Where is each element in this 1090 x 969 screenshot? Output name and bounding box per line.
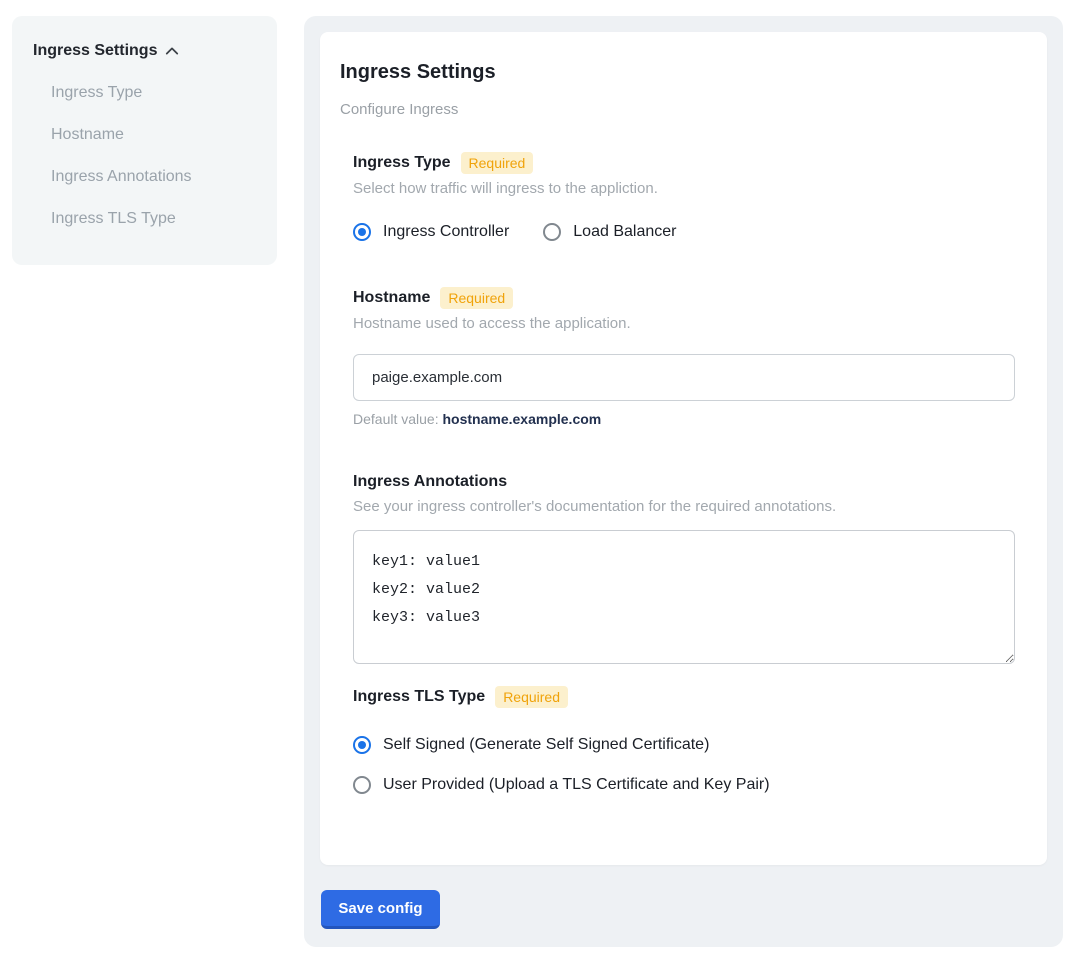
section-ingress-tls-type: Ingress TLS Type Required Self Signed (G…: [353, 686, 1015, 794]
hostname-default-value: hostname.example.com: [443, 411, 602, 427]
radio-unselected-icon[interactable]: [353, 776, 371, 794]
hostname-default-label: Default value:: [353, 411, 439, 427]
required-badge: Required: [461, 152, 534, 174]
sidebar-item-ingress-type[interactable]: Ingress Type: [51, 84, 257, 102]
ingress-annotations-label: Ingress Annotations: [353, 472, 507, 492]
radio-self-signed-label: Self Signed (Generate Self Signed Certif…: [383, 736, 709, 754]
ingress-type-label: Ingress Type: [353, 153, 451, 173]
ingress-tls-radio-group: Self Signed (Generate Self Signed Certif…: [353, 736, 1015, 794]
required-badge: Required: [440, 287, 513, 309]
radio-ingress-controller-label: Ingress Controller: [383, 223, 509, 241]
ingress-settings-card: Ingress Settings Configure Ingress Ingre…: [320, 32, 1047, 865]
save-config-button[interactable]: Save config: [321, 890, 440, 929]
radio-selected-icon[interactable]: [353, 223, 371, 241]
section-ingress-type: Ingress Type Required Select how traffic…: [353, 152, 1015, 241]
ingress-type-description: Select how traffic will ingress to the a…: [353, 180, 1015, 197]
ingress-type-radio-group: Ingress Controller Load Balancer: [353, 223, 1015, 241]
radio-self-signed[interactable]: Self Signed (Generate Self Signed Certif…: [353, 736, 1015, 754]
hostname-default-line: Default value: hostname.example.com: [353, 411, 1015, 427]
radio-user-provided-label: User Provided (Upload a TLS Certificate …: [383, 776, 770, 794]
section-hostname: Hostname Required Hostname used to acces…: [353, 287, 1015, 427]
radio-selected-icon[interactable]: [353, 736, 371, 754]
ingress-tls-type-label: Ingress TLS Type: [353, 687, 485, 707]
radio-ingress-controller[interactable]: Ingress Controller: [353, 223, 509, 241]
hostname-label: Hostname: [353, 288, 430, 308]
page-subtitle: Configure Ingress: [340, 101, 1015, 118]
ingress-settings-panel: Ingress Settings Configure Ingress Ingre…: [304, 16, 1063, 947]
sidebar-title: Ingress Settings: [33, 42, 157, 60]
page-title: Ingress Settings: [340, 60, 1015, 84]
section-ingress-annotations: Ingress Annotations See your ingress con…: [353, 472, 1015, 664]
sidebar-item-hostname[interactable]: Hostname: [51, 126, 257, 144]
radio-user-provided[interactable]: User Provided (Upload a TLS Certificate …: [353, 776, 1015, 794]
ingress-annotations-description: See your ingress controller's documentat…: [353, 498, 1015, 515]
chevron-up-icon[interactable]: [165, 44, 179, 58]
radio-load-balancer[interactable]: Load Balancer: [543, 223, 676, 241]
ingress-settings-sidebar: Ingress Settings Ingress Type Hostname I…: [12, 16, 277, 265]
sidebar-item-ingress-annotations[interactable]: Ingress Annotations: [51, 168, 257, 186]
ingress-annotations-textarea[interactable]: key1: value1 key2: value2 key3: value3: [353, 530, 1015, 664]
hostname-description: Hostname used to access the application.: [353, 315, 1015, 332]
radio-load-balancer-label: Load Balancer: [573, 223, 676, 241]
required-badge: Required: [495, 686, 568, 708]
sidebar-section-toggle[interactable]: Ingress Settings: [33, 42, 257, 60]
sidebar-item-ingress-tls-type[interactable]: Ingress TLS Type: [51, 210, 257, 228]
hostname-input[interactable]: [353, 354, 1015, 401]
radio-unselected-icon[interactable]: [543, 223, 561, 241]
